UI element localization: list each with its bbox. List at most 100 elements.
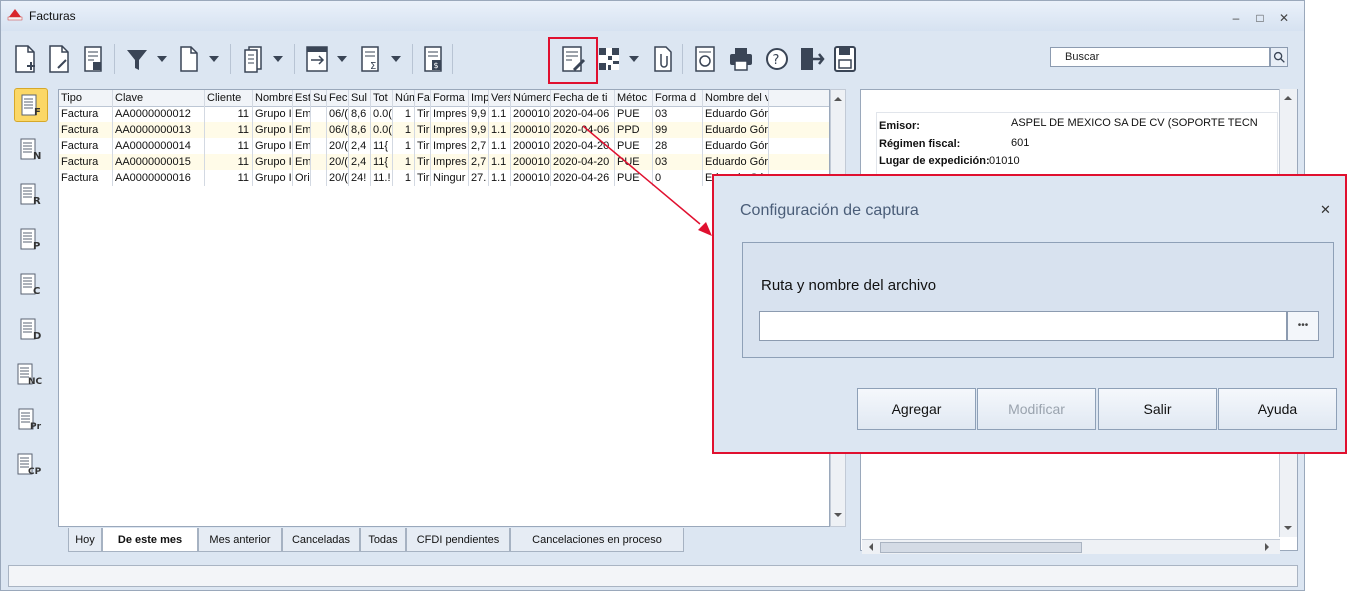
modify-button[interactable]: Modificar — [977, 388, 1096, 430]
sidebar-item-n[interactable]: N — [14, 133, 48, 167]
exit-button[interactable]: Salir — [1098, 388, 1217, 430]
column-header[interactable]: Fecha de ti — [551, 90, 615, 106]
field-label: Ruta y nombre del archivo — [761, 277, 937, 294]
new-document-icon[interactable] — [10, 42, 40, 76]
chevron-left-icon[interactable] — [866, 540, 876, 554]
column-header[interactable]: Tot — [371, 90, 393, 106]
detail-horizontal-scrollbar[interactable] — [862, 539, 1280, 554]
sidebar-item-r[interactable]: R — [14, 178, 48, 212]
chevron-up-icon[interactable] — [831, 94, 845, 104]
table-cell: Grupo Ir — [255, 154, 293, 170]
copy-document-icon[interactable] — [174, 42, 204, 76]
chevron-down-icon[interactable] — [628, 54, 640, 64]
column-header[interactable]: Est — [293, 90, 311, 106]
file-path-input[interactable] — [759, 311, 1287, 341]
invoice-amount-icon[interactable]: $ — [418, 42, 448, 76]
sidebar-item-label: C — [33, 286, 40, 297]
qr-code-icon[interactable] — [594, 42, 624, 76]
close-button[interactable]: ✕ — [1277, 11, 1291, 25]
add-button[interactable]: Agregar — [857, 388, 976, 430]
chevron-down-icon[interactable] — [1281, 523, 1295, 533]
sidebar-item-pr[interactable]: Pr — [14, 403, 48, 437]
scroll-thumb[interactable] — [880, 542, 1082, 553]
sidebar-item-d[interactable]: D — [14, 313, 48, 347]
tab-canceladas[interactable]: Canceladas — [282, 528, 360, 552]
save-icon[interactable] — [830, 42, 860, 76]
stamp-icon[interactable] — [690, 42, 720, 76]
column-header[interactable]: Núm — [393, 90, 415, 106]
column-header[interactable]: Número — [511, 90, 551, 106]
table-row[interactable]: Factura AA0000000013 11 Grupo Ir Em 06/(8,6 0.… — [59, 122, 829, 138]
tab-de-este-mes[interactable]: De este mes — [102, 528, 198, 552]
chevron-down-icon[interactable] — [336, 54, 348, 64]
chevron-down-icon[interactable] — [831, 510, 845, 520]
column-header[interactable]: Nombre — [253, 90, 293, 106]
tab-cfdi-pendientes[interactable]: CFDI pendientes — [406, 528, 510, 552]
column-header[interactable]: Cliente — [205, 90, 253, 106]
sidebar-item-c[interactable]: C — [14, 268, 48, 302]
table-cell: 200010 — [513, 106, 551, 122]
sidebar-item-f[interactable]: F — [14, 88, 48, 122]
table-cell: 1 — [393, 170, 415, 186]
column-header[interactable]: Fac — [415, 90, 431, 106]
chevron-down-icon[interactable] — [272, 54, 284, 64]
table-row[interactable]: Factura AA0000000012 11 Grupo Ir Em 06/(8,6 0.… — [59, 106, 829, 122]
column-header[interactable]: Fech — [327, 90, 349, 106]
filter-icon[interactable] — [122, 42, 152, 76]
exit-icon[interactable] — [796, 42, 826, 76]
column-header[interactable]: Tipo — [59, 90, 113, 106]
chevron-right-icon[interactable] — [1262, 540, 1272, 554]
column-header[interactable]: Forma d — [653, 90, 703, 106]
table-cell: Tir — [417, 154, 431, 170]
chevron-down-icon[interactable] — [156, 54, 168, 64]
pages-icon[interactable] — [238, 42, 268, 76]
tab-todas[interactable]: Todas — [360, 528, 406, 552]
dialog-close-icon[interactable]: ✕ — [1320, 202, 1331, 218]
column-header[interactable]: Vers — [489, 90, 511, 106]
help-button[interactable]: Ayuda — [1218, 388, 1337, 430]
table-cell: 2020-04-20 — [551, 138, 615, 154]
sidebar-item-nc[interactable]: NC — [14, 358, 48, 392]
column-header[interactable]: Forma — [431, 90, 469, 106]
print-icon[interactable] — [726, 42, 756, 76]
attach-document-icon[interactable] — [648, 42, 678, 76]
tab-hoy[interactable]: Hoy — [68, 528, 102, 552]
chevron-up-icon[interactable] — [1281, 93, 1295, 103]
maximize-button[interactable]: □ — [1253, 11, 1267, 25]
sidebar-item-label: CP — [28, 467, 42, 477]
table-cell: 1 — [393, 106, 415, 122]
column-header[interactable]: Imp — [469, 90, 489, 106]
lugar-value: 01010 — [989, 155, 1020, 167]
tab-mes-anterior[interactable]: Mes anterior — [198, 528, 282, 552]
summary-icon[interactable]: Σ — [356, 42, 386, 76]
svg-text:?: ? — [773, 53, 780, 68]
export-icon[interactable] — [302, 42, 332, 76]
table-cell: Factura — [59, 106, 113, 122]
column-header[interactable]: Nombre del v — [703, 90, 769, 106]
table-row[interactable]: Factura AA0000000015 11 Grupo Ir Em 20/(2,4 11… — [59, 154, 829, 170]
table-cell: Factura — [59, 154, 113, 170]
table-cell: Tir — [417, 138, 431, 154]
search-input[interactable]: Buscar — [1050, 47, 1270, 67]
column-header[interactable]: Sul — [349, 90, 371, 106]
search-placeholder: Buscar — [1065, 51, 1100, 63]
browse-button[interactable]: ••• — [1287, 311, 1319, 341]
delete-document-icon[interactable] — [78, 42, 108, 76]
sidebar-item-cp[interactable]: CP — [14, 448, 48, 482]
table-cell: PUE — [615, 170, 653, 186]
edit-document-icon[interactable] — [44, 42, 74, 76]
column-header[interactable]: Clave — [113, 90, 205, 106]
column-header[interactable]: Su — [311, 90, 327, 106]
help-icon[interactable]: ? — [762, 42, 792, 76]
table-cell: 03 — [653, 106, 703, 122]
chevron-down-icon[interactable] — [390, 54, 402, 64]
minimize-button[interactable]: – — [1229, 11, 1243, 25]
search-button[interactable] — [1270, 47, 1288, 67]
table-row[interactable]: Factura AA0000000014 11 Grupo Ir Em 20/(2,4 11… — [59, 138, 829, 154]
column-header[interactable]: Métoc — [615, 90, 653, 106]
table-cell: AA0000000013 — [113, 122, 205, 138]
tab-cancelaciones-en-proceso[interactable]: Cancelaciones en proceso — [510, 528, 684, 552]
table-cell: Eduardo Gór — [705, 106, 769, 122]
sidebar-item-p[interactable]: P — [14, 223, 48, 257]
chevron-down-icon[interactable] — [208, 54, 220, 64]
